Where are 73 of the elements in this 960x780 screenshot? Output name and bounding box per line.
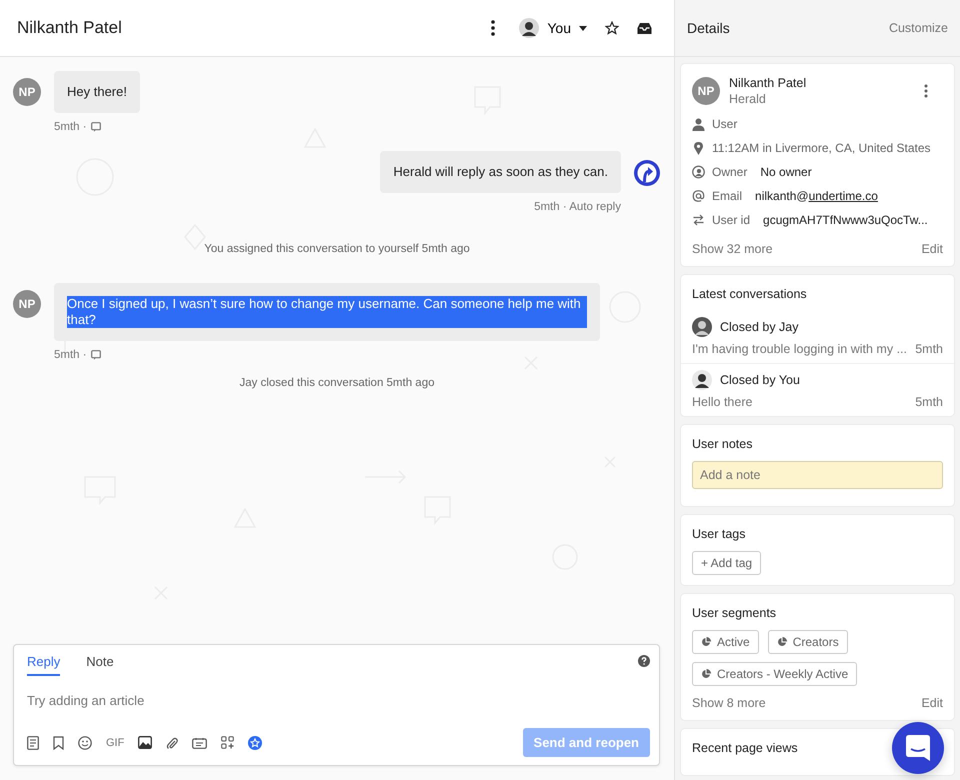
attribute-label: Email bbox=[712, 189, 742, 203]
user-avatar: NP bbox=[13, 290, 41, 318]
card-title: Latest conversations bbox=[691, 287, 808, 301]
segment-chip[interactable]: Creators - Weekly Active bbox=[692, 662, 858, 686]
email-link[interactable]: undertime.co bbox=[808, 189, 878, 203]
attribute-label: User id bbox=[712, 213, 750, 227]
more-icon[interactable] bbox=[491, 20, 496, 36]
avatar-icon bbox=[519, 18, 540, 38]
at-sign-icon bbox=[692, 190, 705, 202]
message-time: 5mth · Auto reply bbox=[534, 201, 621, 213]
composer-tab[interactable]: Note bbox=[86, 646, 114, 676]
pie-icon bbox=[701, 669, 711, 679]
bot-avatar-icon bbox=[633, 159, 661, 187]
card-title: User tags bbox=[692, 527, 746, 541]
avatar-icon bbox=[692, 317, 712, 337]
location-pin-icon bbox=[692, 142, 705, 154]
seen-icon bbox=[90, 122, 101, 132]
conversation-item[interactable]: Closed by Jay I'm having trouble logging in with my ... 5mth bbox=[681, 311, 954, 364]
card-title: User notes bbox=[692, 437, 752, 451]
apps-icon[interactable] bbox=[221, 736, 234, 749]
image-icon[interactable] bbox=[138, 736, 152, 749]
edit-link[interactable]: Edit bbox=[921, 696, 943, 710]
message-text: Once I signed up, I wasn’t sure how to change my username. Can someone help me with that? bbox=[67, 296, 587, 328]
inbox-icon[interactable] bbox=[637, 22, 652, 34]
chat-icon bbox=[906, 735, 930, 761]
avatar-icon bbox=[692, 370, 712, 390]
event-text: You assigned this conversation to yourself 5mth ago bbox=[203, 243, 471, 255]
assignee-dropdown[interactable]: You bbox=[519, 18, 587, 38]
attribute-label: Owner bbox=[712, 165, 748, 179]
message-time: 5mth · bbox=[54, 349, 87, 361]
reply-composer[interactable]: Reply Note Try adding an article GIF Send and reopen bbox=[13, 644, 660, 766]
customize-link[interactable]: Customize bbox=[888, 21, 948, 35]
attribute-label: User bbox=[712, 117, 738, 131]
attribute-value: gcugmAH7TfNwww3uQocTw... bbox=[763, 213, 928, 227]
add-tag-button[interactable]: + Add tag bbox=[692, 551, 762, 575]
card-title: Recent page views bbox=[692, 741, 798, 755]
user-name: Nilkanth Patel bbox=[729, 76, 806, 90]
note-input[interactable]: Add a note bbox=[692, 461, 943, 489]
conversation-title: Nilkanth Patel bbox=[17, 18, 122, 38]
segment-chip[interactable]: Creators bbox=[768, 630, 848, 654]
caret-icon bbox=[579, 26, 587, 30]
globe-person-icon bbox=[692, 165, 705, 179]
user-avatar: NP bbox=[692, 77, 720, 105]
conversation-item[interactable]: Closed by You Hello there 5mth bbox=[681, 364, 954, 416]
details-title: Details bbox=[687, 20, 730, 36]
attribute-value: nilkanth@undertime.co bbox=[755, 189, 878, 203]
gif-button[interactable]: GIF bbox=[106, 736, 124, 748]
emoji-icon[interactable] bbox=[78, 736, 92, 750]
user-company: Herald bbox=[729, 92, 767, 106]
message-text: Herald will reply as soon as they can. bbox=[393, 164, 608, 179]
card-title: User segments bbox=[692, 606, 776, 620]
star-icon[interactable] bbox=[605, 21, 619, 35]
event-text: Jay closed this conversation 5mth ago bbox=[238, 377, 436, 389]
article-icon[interactable] bbox=[27, 736, 39, 750]
message-time: 5mth · bbox=[54, 121, 87, 133]
help-icon[interactable] bbox=[638, 655, 650, 667]
user-avatar: NP bbox=[13, 78, 41, 106]
card-icon[interactable] bbox=[192, 736, 208, 748]
message-text: Hey there! bbox=[67, 84, 127, 99]
seen-icon bbox=[90, 350, 101, 360]
edit-link[interactable]: Edit bbox=[921, 242, 943, 256]
swap-arrows-icon bbox=[692, 214, 705, 226]
person-icon bbox=[692, 118, 705, 130]
show-more-link[interactable]: Show 32 more bbox=[692, 242, 773, 256]
pie-icon bbox=[776, 637, 787, 647]
pie-icon bbox=[701, 637, 711, 647]
attachment-icon[interactable] bbox=[166, 736, 178, 750]
attribute-value: 11:12AM in Livermore, CA, United States bbox=[712, 141, 931, 155]
star-badge-icon[interactable] bbox=[248, 736, 262, 750]
attribute-value: No owner bbox=[760, 165, 812, 179]
show-more-link[interactable]: Show 8 more bbox=[692, 696, 766, 710]
bookmark-icon[interactable] bbox=[53, 736, 64, 750]
segment-chip[interactable]: Active bbox=[692, 630, 759, 654]
